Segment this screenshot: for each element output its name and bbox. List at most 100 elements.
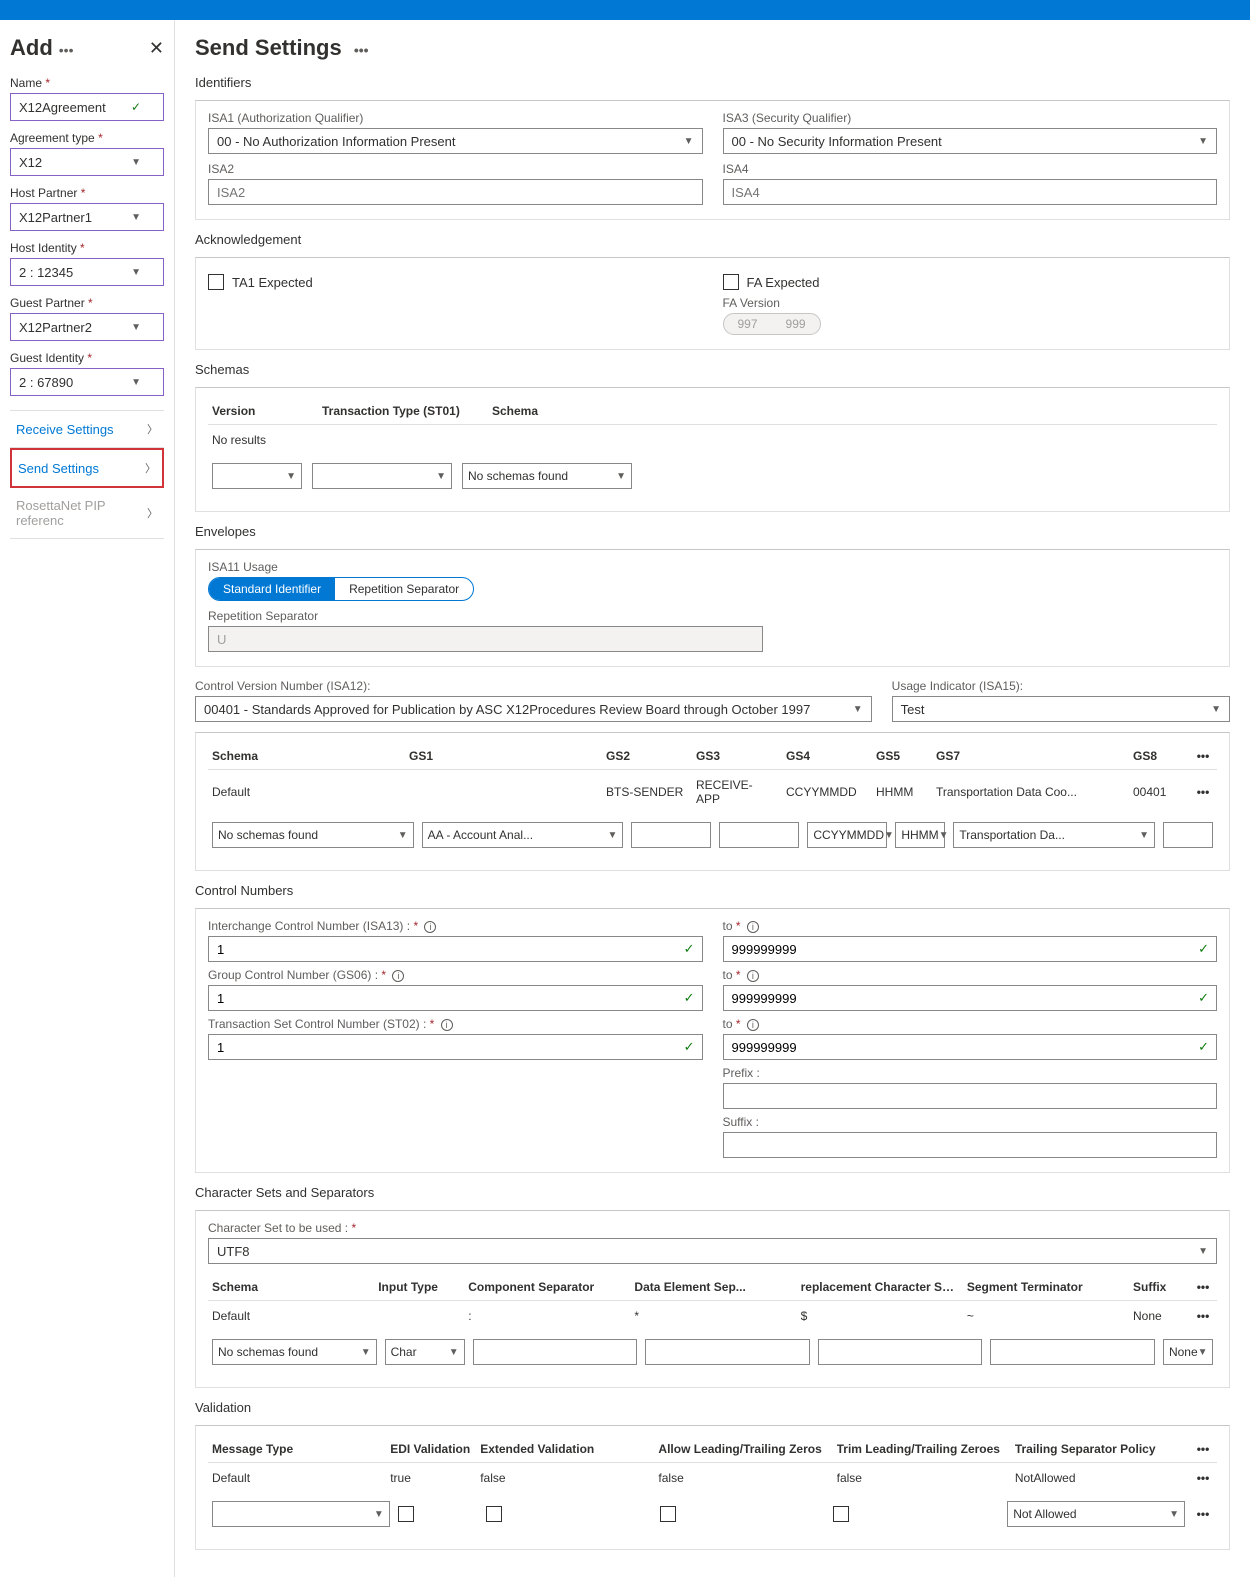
gs06-to[interactable]: [723, 985, 1218, 1011]
isa1-select[interactable]: 00 - No Authorization Information Presen…: [208, 128, 703, 154]
checkbox-icon[interactable]: [208, 274, 224, 290]
cs-inputtype-select[interactable]: Char▼: [385, 1339, 465, 1365]
v-trail: NotAllowed: [1015, 1471, 1183, 1485]
env-gs7-select[interactable]: Transportation Da...▼: [953, 822, 1155, 848]
v-edi-checkbox[interactable]: [398, 1506, 414, 1522]
prefix-input[interactable]: [723, 1083, 1218, 1109]
v-ext: false: [480, 1471, 648, 1485]
col-schema: Schema: [212, 1280, 368, 1294]
chevron-down-icon: ▼: [884, 830, 894, 841]
isa3-select[interactable]: 00 - No Security Information Present▼: [723, 128, 1218, 154]
to-label: to * i: [723, 1017, 1218, 1031]
guest-partner-label: Guest Partner *: [10, 296, 164, 310]
nav-send-settings[interactable]: Send Settings〉: [10, 448, 164, 488]
sidebar-more-icon[interactable]: •••: [59, 42, 74, 58]
v-msg-select[interactable]: ▼: [212, 1501, 390, 1527]
usage-select[interactable]: Test▼: [892, 696, 1230, 722]
env-gs2-input[interactable]: [631, 822, 711, 848]
agreement-type-select[interactable]: X12▼: [10, 148, 164, 176]
more-icon[interactable]: •••: [1193, 749, 1213, 763]
close-icon[interactable]: ✕: [149, 38, 164, 59]
col-inputtype: Input Type: [378, 1280, 458, 1294]
env-gs5-select[interactable]: HHMM▼: [895, 822, 945, 848]
guest-partner-select[interactable]: X12Partner2▼: [10, 313, 164, 341]
pill-std[interactable]: Standard Identifier: [209, 578, 335, 600]
cvn-select[interactable]: 00401 - Standards Approved for Publicati…: [195, 696, 872, 722]
schema-select[interactable]: No schemas found▼: [462, 463, 632, 489]
env-gs3-input[interactable]: [719, 822, 799, 848]
charset-section: Character Set to be used : * UTF8▼ Schem…: [195, 1210, 1230, 1388]
cs-seg-input[interactable]: [990, 1339, 1155, 1365]
col-gs5: GS5: [876, 749, 926, 763]
chevron-right-icon: 〉: [145, 460, 156, 476]
cs-data-input[interactable]: [645, 1339, 810, 1365]
more-icon[interactable]: •••: [1193, 1471, 1213, 1485]
chevron-down-icon: ▼: [361, 1347, 371, 1358]
info-icon[interactable]: i: [747, 921, 759, 933]
cs-comp-input[interactable]: [473, 1339, 638, 1365]
control-section: Interchange Control Number (ISA13) : * i…: [195, 908, 1230, 1173]
more-icon[interactable]: •••: [1193, 1309, 1213, 1323]
fa-checkbox-row[interactable]: FA Expected: [723, 274, 1218, 290]
env-gs1-select[interactable]: AA - Account Anal...▼: [422, 822, 624, 848]
isa13-from[interactable]: [208, 936, 703, 962]
cs-schema-select[interactable]: No schemas found▼: [212, 1339, 377, 1365]
v-trim-checkbox[interactable]: [833, 1506, 849, 1522]
env-gs4-select[interactable]: CCYYMMDD▼: [807, 822, 887, 848]
host-identity-label: Host Identity *: [10, 241, 164, 255]
page-more-icon[interactable]: •••: [354, 42, 369, 58]
chevron-down-icon: ▼: [449, 1347, 459, 1358]
guest-identity-select[interactable]: 2 : 67890▼: [10, 368, 164, 396]
gs06-from[interactable]: [208, 985, 703, 1011]
cs-suffix-select[interactable]: None▼: [1163, 1339, 1213, 1365]
host-identity-select[interactable]: 2 : 12345▼: [10, 258, 164, 286]
st02-from[interactable]: [208, 1034, 703, 1060]
pill-rep[interactable]: Repetition Separator: [335, 578, 473, 600]
isa4-input[interactable]: [723, 179, 1218, 205]
suffix-input[interactable]: [723, 1132, 1218, 1158]
more-icon[interactable]: •••: [1193, 1507, 1213, 1521]
gs06-label: Group Control Number (GS06) : * i: [208, 968, 703, 982]
version-select[interactable]: ▼: [212, 463, 302, 489]
chevron-down-icon: ▼: [853, 704, 863, 715]
v-edi: true: [390, 1471, 470, 1485]
cs-repl-input[interactable]: [818, 1339, 983, 1365]
nav-receive-settings[interactable]: Receive Settings〉: [10, 410, 164, 448]
charset-select[interactable]: UTF8▼: [208, 1238, 1217, 1264]
more-icon[interactable]: •••: [1193, 1442, 1213, 1456]
isa11-toggle[interactable]: Standard IdentifierRepetition Separator: [208, 577, 474, 601]
validation-title: Validation: [195, 1400, 1230, 1415]
st02-to[interactable]: [723, 1034, 1218, 1060]
v-trail-select[interactable]: Not Allowed▼: [1007, 1501, 1185, 1527]
name-input[interactable]: X12Agreement: [10, 93, 164, 121]
checkbox-icon[interactable]: [723, 274, 739, 290]
col-gs8: GS8: [1133, 749, 1183, 763]
toggle-997[interactable]: 997: [724, 314, 772, 334]
info-icon[interactable]: i: [747, 1019, 759, 1031]
info-icon[interactable]: i: [424, 921, 436, 933]
isa2-input[interactable]: [208, 179, 703, 205]
toggle-999[interactable]: 999: [772, 314, 820, 334]
info-icon[interactable]: i: [747, 970, 759, 982]
host-partner-select[interactable]: X12Partner1▼: [10, 203, 164, 231]
isa13-to[interactable]: [723, 936, 1218, 962]
v-lead-checkbox[interactable]: [660, 1506, 676, 1522]
nav-rosettanet[interactable]: RosettaNet PIP referenc〉: [10, 488, 164, 539]
col-comp: Component Separator: [468, 1280, 624, 1294]
chevron-right-icon: 〉: [147, 505, 158, 521]
chevron-down-icon: ▼: [1198, 136, 1208, 147]
env-schema-select[interactable]: No schemas found▼: [212, 822, 414, 848]
chevron-down-icon: ▼: [374, 1509, 384, 1520]
info-icon[interactable]: i: [441, 1019, 453, 1031]
v-ext-checkbox[interactable]: [486, 1506, 502, 1522]
info-icon[interactable]: i: [392, 970, 404, 982]
cs-seg: ~: [967, 1309, 1123, 1323]
env-gs8-input[interactable]: [1163, 822, 1213, 848]
more-icon[interactable]: •••: [1193, 785, 1213, 799]
txn-select[interactable]: ▼: [312, 463, 452, 489]
ta1-checkbox-row[interactable]: TA1 Expected: [208, 274, 703, 290]
fa-version-toggle[interactable]: 997999: [723, 313, 821, 335]
more-icon[interactable]: •••: [1193, 1280, 1213, 1294]
check-icon: ✓: [684, 990, 695, 1006]
col-gs3: GS3: [696, 749, 776, 763]
